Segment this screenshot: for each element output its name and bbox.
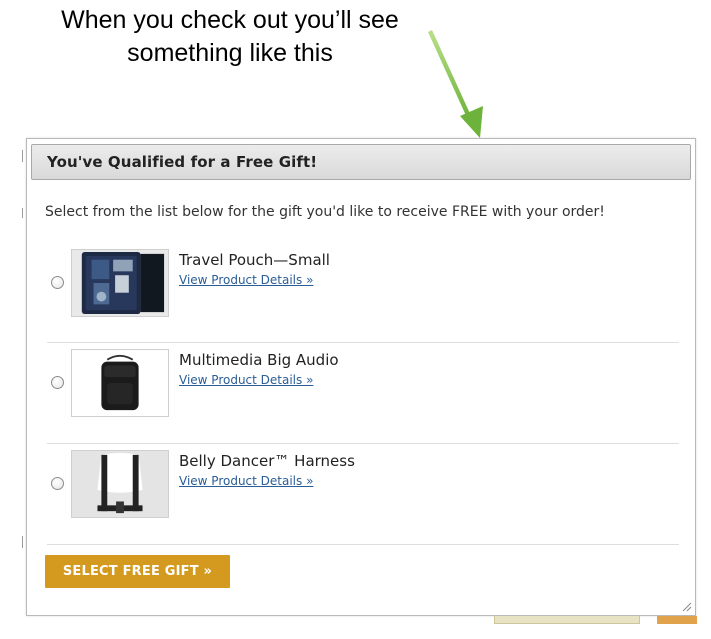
gift-option-belly-dancer-harness: Belly Dancer™ Harness View Product Detai… xyxy=(47,444,679,545)
resize-grip-icon[interactable] xyxy=(681,601,692,612)
harness-image xyxy=(71,450,169,518)
audio-bag-image xyxy=(71,349,169,417)
arrow-down-icon xyxy=(428,30,483,138)
gift-name: Travel Pouch—Small xyxy=(179,251,330,269)
gift-option-travel-pouch: Travel Pouch—Small View Product Details … xyxy=(47,243,679,343)
gift-list: Travel Pouch—Small View Product Details … xyxy=(47,243,679,545)
caption-line-2: something like this xyxy=(127,39,333,67)
view-product-details-link[interactable]: View Product Details » xyxy=(179,373,313,387)
caption-line-1: When you check out you’ll see xyxy=(61,6,399,34)
background-page-edge xyxy=(22,536,23,548)
background-checkout-button xyxy=(657,616,697,624)
free-gift-dialog: You've Qualified for a Free Gift! Select… xyxy=(26,138,696,616)
background-page-edge xyxy=(22,208,23,218)
view-product-details-link[interactable]: View Product Details » xyxy=(179,474,313,488)
gift-name: Multimedia Big Audio xyxy=(179,351,339,369)
background-continue-shopping-button xyxy=(494,616,640,624)
gift-radio[interactable] xyxy=(51,477,64,490)
select-free-gift-button[interactable]: SELECT FREE GIFT » xyxy=(45,555,230,588)
gift-radio[interactable] xyxy=(51,376,64,389)
gift-option-multimedia-big-audio: Multimedia Big Audio View Product Detail… xyxy=(47,343,679,444)
dialog-intro-text: Select from the list below for the gift … xyxy=(45,204,605,220)
dialog-title: You've Qualified for a Free Gift! xyxy=(47,153,318,171)
dialog-header: You've Qualified for a Free Gift! xyxy=(31,144,691,180)
gift-radio[interactable] xyxy=(51,276,64,289)
caption: When you check out you’ll see something … xyxy=(10,4,450,70)
view-product-details-link[interactable]: View Product Details » xyxy=(179,273,313,287)
background-page-edge xyxy=(22,150,23,162)
travel-pouch-image xyxy=(71,249,169,317)
gift-name: Belly Dancer™ Harness xyxy=(179,452,355,470)
